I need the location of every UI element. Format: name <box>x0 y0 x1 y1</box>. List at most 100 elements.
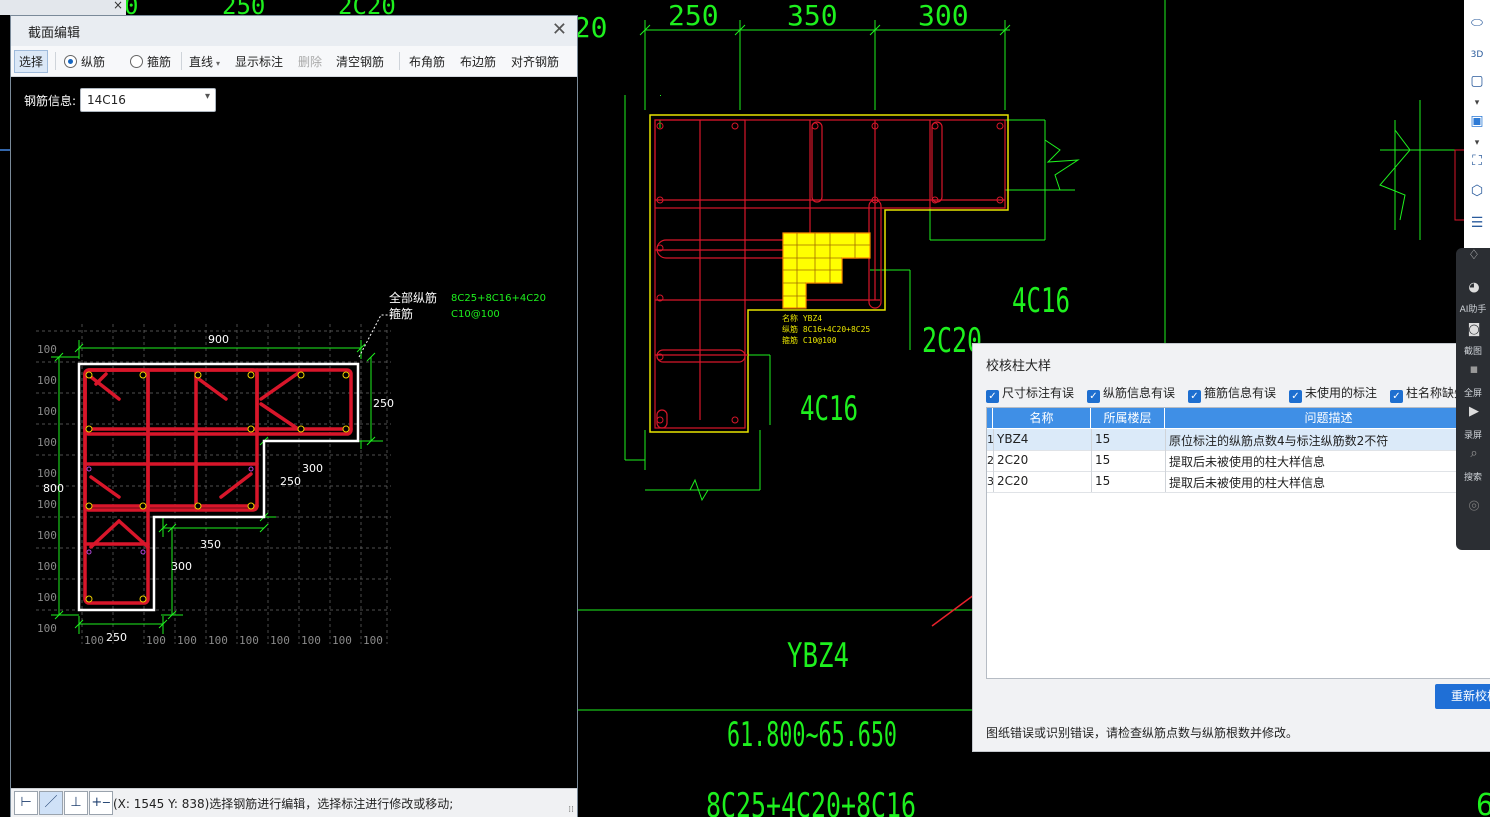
cell-divider <box>993 429 994 450</box>
chevron-down-icon[interactable]: ▾ <box>1468 134 1486 152</box>
show-annotation-button[interactable]: 显示标注 <box>235 53 283 70</box>
row-floor: 15 <box>1095 453 1111 467</box>
filter-dimension-error[interactable]: ✓ 尺寸标注有误 <box>986 384 1074 403</box>
grid-label: 100 <box>301 634 321 647</box>
list-icon[interactable]: ☰ <box>1468 214 1486 232</box>
grid-label: 100 <box>37 436 57 449</box>
ellipse-icon[interactable]: ⬭ <box>1468 14 1486 32</box>
longitudinal-radio[interactable]: 纵筋 <box>64 53 105 70</box>
background-window-tab[interactable]: × <box>0 0 126 15</box>
recheck-button[interactable]: 重新校核 <box>1435 684 1490 709</box>
cell-divider <box>1165 471 1166 492</box>
box-icon[interactable]: ▢ <box>1468 72 1486 90</box>
fullscreen-icon[interactable]: ⛶ <box>1468 152 1486 170</box>
row-description: 提取后未被使用的柱大样信息 <box>1169 476 1326 490</box>
toolbar-divider <box>55 52 56 70</box>
section-editor-titlebar[interactable]: 截面编辑 ✕ <box>11 16 577 46</box>
dim-250-bottom: 250 <box>106 631 127 644</box>
highlight-label-long: 纵筋 8C16+4C20+8C25 <box>782 324 870 334</box>
cell-divider <box>1091 471 1092 492</box>
settings-icon[interactable]: ◎ <box>1466 498 1482 514</box>
grid-label: 100 <box>270 634 290 647</box>
grid-label: 100 <box>208 634 228 647</box>
status-text: (X: 1545 Y: 838)选择钢筋进行编辑，选择标注进行修改或移动; <box>113 797 454 811</box>
hint-text: 图纸错误或识别错误，请检查纵筋点数与纵筋根数并修改。 <box>986 726 1299 740</box>
dim-top-300: 300 <box>918 0 969 32</box>
grid-label: 100 <box>239 634 259 647</box>
3d-box-icon[interactable]: 3D <box>1468 46 1486 64</box>
elevation-text: 61.800~65.650 <box>727 715 897 755</box>
cell-divider <box>1091 429 1092 450</box>
filter-label: 未使用的标注 <box>1305 386 1378 400</box>
close-icon[interactable]: ✕ <box>552 19 567 40</box>
corner-rebar-button[interactable]: 布角筋 <box>409 53 445 70</box>
snap-add-icon[interactable]: +‒ <box>89 791 113 815</box>
resize-grip-icon[interactable]: ⁞⁞ <box>568 805 574 815</box>
section-drawing[interactable]: 100 100 100 100 100 100 100 100 100 100 … <box>11 119 577 788</box>
record-label[interactable]: 录屏 <box>1456 428 1490 441</box>
select-button[interactable]: 选择 <box>14 50 49 73</box>
align-rebar-button[interactable]: 对齐钢筋 <box>511 53 559 70</box>
table-header-floor[interactable]: 所属楼层 <box>1091 408 1165 428</box>
search-label[interactable]: 搜索 <box>1456 470 1490 483</box>
checkbox-checked-icon: ✓ <box>986 390 999 403</box>
close-icon[interactable]: × <box>113 0 123 12</box>
rebar-spec-text: 8C25+4C20+8C16 <box>706 786 916 817</box>
stirrup-radio[interactable]: 箍筋 <box>130 53 171 70</box>
table-header-name[interactable]: 名称 <box>993 408 1091 428</box>
ai-assistant-label[interactable]: AI助手 <box>1456 302 1490 315</box>
camera-icon[interactable]: ◙ <box>1466 322 1482 338</box>
screenshot-label[interactable]: 截图 <box>1456 344 1490 357</box>
grid-label: 100 <box>37 591 57 604</box>
table-header-description[interactable]: 问题描述 <box>1165 408 1490 428</box>
section-editor-statusbar: ⊢ ／ ⊥ +‒ (X: 1545 Y: 838)选择钢筋进行编辑，选择标注进行… <box>11 788 577 817</box>
all-longitudinal-value[interactable]: 8C25+8C16+4C20 <box>451 293 546 304</box>
snap-endpoint-icon[interactable]: ⊢ <box>14 791 38 815</box>
dim-300-low: 300 <box>171 560 192 573</box>
section-editor-toolbar: 选择 纵筋 箍筋 直线 ▾ 显示标注 删除 清空钢筋 布角筋 布边筋 对齐钢筋 <box>11 46 577 77</box>
snap-line-icon[interactable]: ／ <box>39 791 63 815</box>
delete-button[interactable]: 删除 <box>298 53 322 70</box>
line-mode-dropdown[interactable]: 直线 ▾ <box>189 53 220 70</box>
grid-label: 100 <box>84 634 104 647</box>
dim-350: 350 <box>200 538 221 551</box>
table-row[interactable]: 2 2C20 15 提取后未被使用的柱大样信息 <box>987 450 1490 472</box>
filter-stirrup-error[interactable]: ✓ 箍筋信息有误 <box>1188 384 1276 403</box>
cell-divider <box>993 471 994 492</box>
grid-label: 100 <box>37 405 57 418</box>
filter-longitudinal-error[interactable]: ✓ 纵筋信息有误 <box>1087 384 1175 403</box>
snap-perpendicular-icon[interactable]: ⊥ <box>64 791 88 815</box>
radio-checked-icon <box>64 55 77 68</box>
clear-rebar-button[interactable]: 清空钢筋 <box>336 53 384 70</box>
toolbar-divider <box>399 52 400 70</box>
filter-unused-annotation[interactable]: ✓ 未使用的标注 <box>1289 384 1377 403</box>
cube-icon[interactable]: ⬡ <box>1468 182 1486 200</box>
full-label[interactable]: 全屏 <box>1456 386 1490 399</box>
dim-250-right: 250 <box>373 397 394 410</box>
table-row[interactable]: 3 2C20 15 提取后未被使用的柱大样信息 <box>987 471 1490 493</box>
ai-assistant-icon[interactable]: ◕ <box>1466 280 1482 296</box>
shield-icon[interactable]: ♢ <box>1466 248 1482 264</box>
rebar-info-bar: 钢筋信息: 14C16 ▾ <box>11 77 577 119</box>
box-blue-icon[interactable]: ▣ <box>1468 112 1486 130</box>
record-icon[interactable]: ▶ <box>1466 404 1482 420</box>
rebar-info-combo[interactable]: 14C16 ▾ <box>80 88 216 112</box>
grid-label: 100 <box>37 498 57 511</box>
stirrup-annotation-value[interactable]: C10@100 <box>451 309 500 320</box>
checkbox-checked-icon: ✓ <box>1390 390 1403 403</box>
search-icon[interactable]: ⌕ <box>1466 446 1482 462</box>
table-row[interactable]: 1 YBZ4 15 原位标注的纵筋点数4与标注纵筋数2不符 <box>987 429 1490 451</box>
full-screen-icon[interactable]: ▪ <box>1466 362 1482 378</box>
cell-divider <box>1165 429 1166 450</box>
filter-missing-name[interactable]: ✓ 柱名称缺失 <box>1390 384 1466 403</box>
row-description: 提取后未被使用的柱大样信息 <box>1169 455 1326 469</box>
filter-label: 纵筋信息有误 <box>1103 386 1176 400</box>
chevron-down-icon[interactable]: ▾ <box>1468 94 1486 112</box>
grid-label: 100 <box>332 634 352 647</box>
edge-rebar-button[interactable]: 布边筋 <box>460 53 496 70</box>
rebar-info-label: 钢筋信息: <box>24 94 77 108</box>
dim-top-350: 350 <box>787 0 838 32</box>
row-name: 2C20 <box>997 453 1029 467</box>
row-name: 2C20 <box>997 474 1029 488</box>
toolbar-divider <box>181 52 182 70</box>
